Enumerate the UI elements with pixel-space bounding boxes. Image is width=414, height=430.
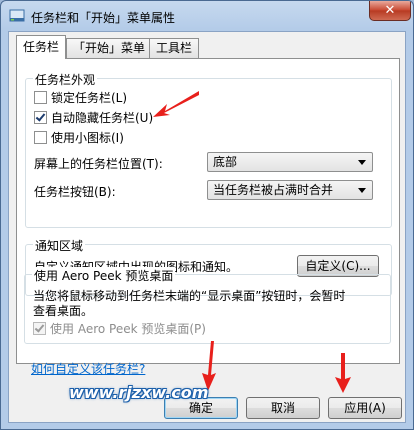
taskbar-location-value: 底部 xyxy=(213,155,238,169)
tab-toolbars[interactable]: 工具栏 xyxy=(149,38,200,58)
watermark: www.rjzxw.com xyxy=(69,383,209,402)
lock-taskbar-label: 锁定任务栏(L) xyxy=(51,91,128,105)
lock-taskbar-option[interactable]: 锁定任务栏(L) xyxy=(34,91,127,107)
aero-peek-group-title: 使用 Aero Peek 预览桌面 xyxy=(32,267,176,284)
aero-peek-checkbox[interactable] xyxy=(33,322,46,335)
annotation-arrow-icon xyxy=(153,91,199,117)
taskbar-properties-icon xyxy=(9,9,25,22)
taskbar-buttons-label: 任务栏按钮(B): xyxy=(34,185,116,199)
taskbar-location-label: 屏幕上的任务栏位置(T): xyxy=(34,157,163,171)
small-icons-checkbox[interactable] xyxy=(34,131,47,144)
taskbar-buttons-select[interactable]: 当任务栏被占满时合并 xyxy=(207,180,373,200)
auto-hide-label: 自动隐藏任务栏(U) xyxy=(51,111,154,125)
aero-peek-description-line2: 查看桌面。 xyxy=(33,304,94,318)
taskbar-buttons-value: 当任务栏被占满时合并 xyxy=(213,183,334,197)
chevron-down-icon xyxy=(358,160,366,165)
taskbar-properties-window: 任务栏和「开始」菜单属性 ✕ 任务栏 「开始」菜单 工具栏 任务栏外观 锁定任务… xyxy=(0,0,414,430)
tab-taskbar[interactable]: 任务栏 xyxy=(16,35,67,59)
title-bar[interactable]: 任务栏和「开始」菜单属性 ✕ xyxy=(1,1,413,31)
tab-start-menu[interactable]: 「开始」菜单 xyxy=(66,38,153,58)
small-icons-option[interactable]: 使用小图标(I) xyxy=(34,131,124,147)
chevron-down-icon xyxy=(358,188,366,193)
aero-peek-label: 使用 Aero Peek 预览桌面(P) xyxy=(50,322,206,336)
help-link[interactable]: 如何自定义该任务栏? xyxy=(31,360,145,377)
apply-button[interactable]: 应用(A) xyxy=(328,397,402,419)
close-button[interactable]: ✕ xyxy=(369,1,411,21)
annotation-arrow-icon xyxy=(335,353,351,393)
aero-peek-option[interactable]: 使用 Aero Peek 预览桌面(P) xyxy=(33,322,206,338)
notification-group-title: 通知区域 xyxy=(33,237,86,254)
small-icons-label: 使用小图标(I) xyxy=(51,131,124,145)
lock-taskbar-checkbox[interactable] xyxy=(34,91,47,104)
appearance-group: 任务栏外观 锁定任务栏(L) 自动隐藏任务栏(U) 使用小图标(I) 屏幕上的任… xyxy=(25,71,392,228)
aero-peek-group-frame: 使用 Aero Peek 预览桌面 当您将鼠标移动到任务栏末端的“显示桌面”按钮… xyxy=(24,267,391,344)
auto-hide-checkbox[interactable] xyxy=(34,111,47,124)
window-title: 任务栏和「开始」菜单属性 xyxy=(31,11,176,25)
taskbar-location-select[interactable]: 底部 xyxy=(207,152,373,172)
cancel-button[interactable]: 取消 xyxy=(246,397,320,419)
appearance-group-title: 任务栏外观 xyxy=(33,71,98,88)
auto-hide-option[interactable]: 自动隐藏任务栏(U) xyxy=(34,111,153,127)
